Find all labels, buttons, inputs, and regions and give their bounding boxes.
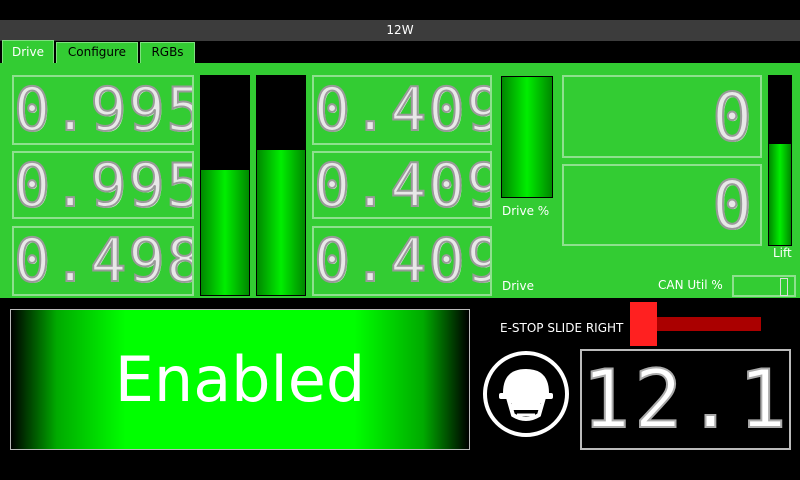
lift-bar <box>768 75 792 246</box>
counter-display-2: 0 <box>562 164 762 246</box>
right-display-3: 0.409 <box>312 226 492 296</box>
left-display-1: 0.995 <box>12 75 194 145</box>
estop-slider-handle[interactable] <box>630 302 657 346</box>
right-bar-fill <box>257 150 305 295</box>
drive-pct-bar <box>501 76 553 198</box>
helmet-icon <box>483 351 569 437</box>
drive-pct-bar-fill <box>502 77 552 197</box>
tab-configure[interactable]: Configure <box>56 42 138 63</box>
helmet-icon-graphic <box>499 369 553 421</box>
left-display-2: 0.995 <box>12 151 194 219</box>
clock-display: 12.15 <box>580 349 791 450</box>
left-bar-fill <box>201 170 249 295</box>
drive-label: Drive <box>502 279 534 293</box>
right-bar <box>256 75 306 296</box>
left-bar <box>200 75 250 296</box>
window-title: 12W <box>0 20 800 41</box>
tab-rgbs[interactable]: RGBs <box>140 42 195 63</box>
enabled-status-button[interactable]: Enabled <box>10 309 470 450</box>
can-util-indicator <box>780 278 788 296</box>
right-display-1: 0.409 <box>312 75 492 145</box>
estop-label: E-STOP SLIDE RIGHT <box>500 321 624 335</box>
right-display-2: 0.409 <box>312 151 492 219</box>
can-util-bar <box>732 275 796 297</box>
drive-pct-label: Drive % <box>502 204 550 218</box>
counter-display-1: 0 <box>562 75 762 158</box>
tab-drive[interactable]: Drive <box>2 40 54 64</box>
lift-bar-fill <box>769 143 791 245</box>
can-util-label: CAN Util % <box>658 278 723 292</box>
left-display-3: 0.498 <box>12 226 194 296</box>
lift-label: Lift <box>773 246 792 260</box>
